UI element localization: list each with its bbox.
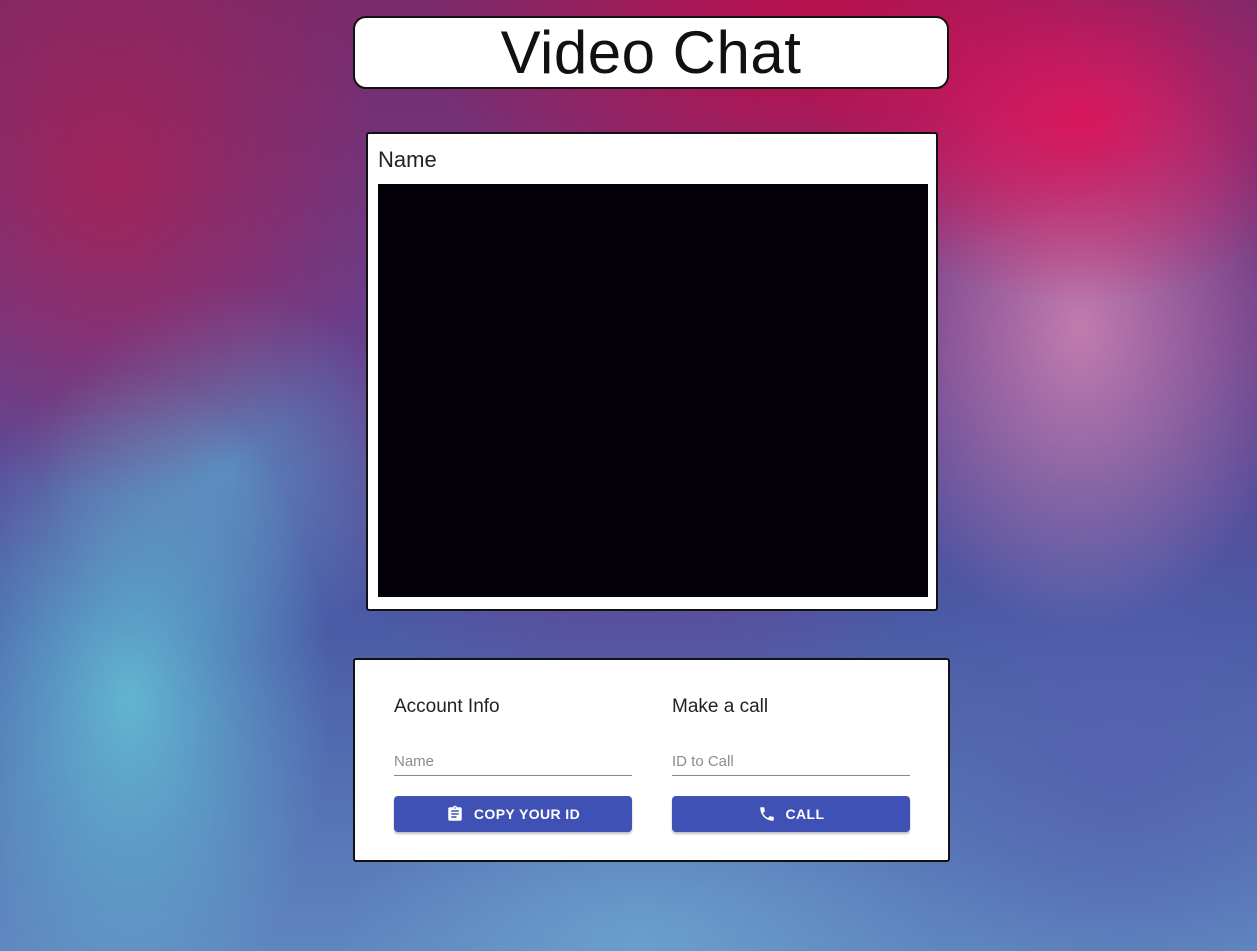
call-button[interactable]: CALL bbox=[672, 796, 910, 832]
copy-id-button[interactable]: COPY YOUR ID bbox=[394, 796, 632, 832]
clipboard-icon bbox=[446, 805, 464, 823]
name-input[interactable] bbox=[394, 748, 632, 776]
phone-icon bbox=[758, 805, 776, 823]
video-name-label: Name bbox=[378, 147, 437, 172]
title-box: Video Chat bbox=[353, 16, 949, 89]
account-info-heading: Account Info bbox=[394, 696, 500, 717]
video-player[interactable] bbox=[378, 184, 928, 597]
call-button-label: CALL bbox=[785, 806, 825, 822]
copy-id-button-label: COPY YOUR ID bbox=[473, 806, 581, 822]
controls-card: Account Info COPY YOUR ID Make a call CA… bbox=[353, 658, 950, 862]
id-to-call-input[interactable] bbox=[672, 748, 910, 776]
make-call-heading: Make a call bbox=[672, 696, 769, 717]
video-card: Name bbox=[366, 132, 938, 611]
page-title: Video Chat bbox=[500, 18, 802, 86]
